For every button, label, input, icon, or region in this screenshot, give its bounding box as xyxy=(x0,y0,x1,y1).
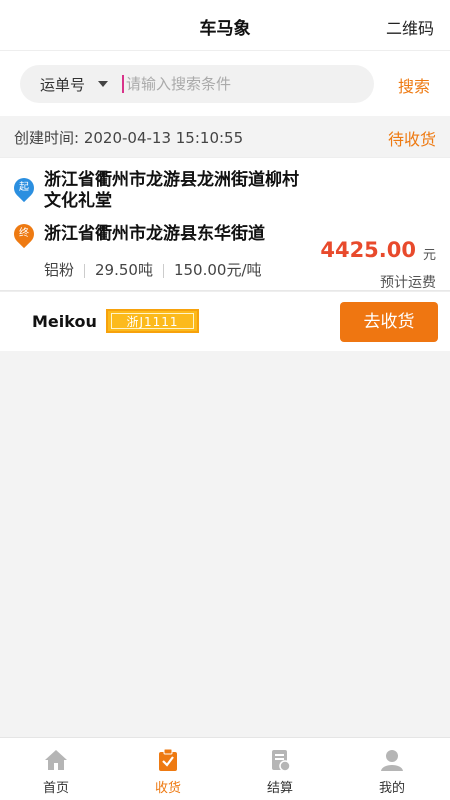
top-bar: 车马象 二维码 xyxy=(0,0,450,50)
start-pin-icon: 起 xyxy=(9,173,39,203)
company-name: Meikou xyxy=(32,312,97,331)
qr-code-button[interactable]: 二维码 xyxy=(386,15,434,39)
user-icon xyxy=(381,750,403,771)
search-bar: 运单号 搜索 xyxy=(0,50,450,116)
cargo-weight: 29.50吨 xyxy=(95,261,153,279)
search-box: 运单号 xyxy=(20,65,374,103)
divider xyxy=(84,263,86,278)
tab-home[interactable]: 首页 xyxy=(0,738,112,800)
receive-icon xyxy=(159,748,177,771)
license-plate: 浙J1111 xyxy=(106,309,199,333)
freight-label: 预计运费 xyxy=(380,275,436,291)
cargo-rate: 150.00元/吨 xyxy=(173,261,262,279)
freight-price: 4425.00 xyxy=(320,238,416,262)
cargo-info: 铝粉 29.50吨 150.00元/吨 xyxy=(44,259,262,280)
order-actions: Meikou 浙J1111 去收货 xyxy=(0,291,450,351)
from-address: 浙江省衢州市龙游县龙洲街道柳村文化礼堂 xyxy=(44,170,299,211)
status-badge: 待收货 xyxy=(387,130,436,149)
text-cursor xyxy=(122,75,124,93)
caret-down-icon[interactable] xyxy=(98,81,108,87)
bottom-tab-bar: 首页 收货 结算 我的 xyxy=(0,737,450,800)
to-address: 浙江省衢州市龙游县东华街道 xyxy=(44,224,265,244)
tab-settlement[interactable]: 结算 xyxy=(224,738,336,800)
tab-receive[interactable]: 收货 xyxy=(112,738,224,800)
search-type-dropdown[interactable]: 运单号 xyxy=(40,74,85,95)
tab-mine[interactable]: 我的 xyxy=(336,738,448,800)
cargo-name: 铝粉 xyxy=(44,261,75,279)
search-button[interactable]: 搜索 xyxy=(398,73,430,97)
home-icon xyxy=(45,750,67,770)
price-unit: 元 xyxy=(422,248,436,263)
receive-button[interactable]: 去收货 xyxy=(340,302,438,342)
created-time: 创建时间: 2020-04-13 15:10:55 xyxy=(14,129,244,147)
search-input[interactable] xyxy=(126,73,356,95)
settlement-icon xyxy=(272,750,291,772)
app-title: 车马象 xyxy=(199,19,251,39)
end-pin-icon: 终 xyxy=(9,219,39,249)
divider xyxy=(162,263,164,278)
order-meta-row: 创建时间: 2020-04-13 15:10:55 待收货 xyxy=(0,116,450,158)
